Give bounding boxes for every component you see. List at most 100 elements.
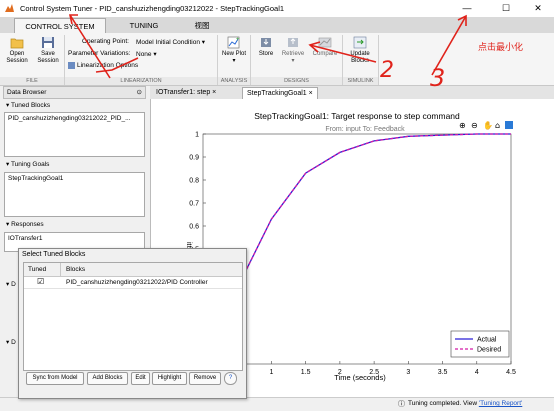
table-row[interactable]: ☑ PID_canshuzizhengding03212022/PID Cont… <box>24 277 242 289</box>
close-icon[interactable]: × <box>309 90 313 97</box>
zoom-in-icon[interactable]: ⊕ <box>459 121 466 130</box>
group-label-linearization: LINEARIZATION <box>65 77 217 85</box>
close-icon[interactable]: × <box>212 89 216 96</box>
store-button[interactable]: Store <box>254 36 278 58</box>
section-responses[interactable]: ▾ Responses <box>3 219 144 230</box>
y-tick-label: 0.8 <box>189 178 199 185</box>
tab-control-system[interactable]: CONTROL SYSTEM <box>14 18 106 34</box>
sync-from-model-button[interactable]: Sync from Model <box>26 372 84 385</box>
legend-label-actual: Actual <box>477 337 497 344</box>
list-item[interactable]: IOTransfer1 <box>5 233 144 244</box>
operating-point-label: Operating Point: <box>82 38 129 45</box>
update-blocks-button[interactable]: Update Blocks <box>345 36 375 65</box>
tab-tuning[interactable]: TUNING <box>116 18 172 33</box>
column-divider <box>60 263 61 276</box>
close-button[interactable]: ✕ <box>522 0 554 17</box>
compare-label: Compare <box>312 51 338 57</box>
section-tuned-blocks[interactable]: ▾ Tuned Blocks <box>3 100 144 111</box>
highlight-button[interactable]: Highlight <box>152 372 187 385</box>
parameter-variations-label: Parameter Variations: <box>68 50 131 57</box>
folder-open-icon <box>10 38 24 49</box>
x-tick-label: 2 <box>338 369 342 376</box>
save-session-button[interactable]: Save Session <box>34 36 62 65</box>
svg-text:+: + <box>236 37 240 43</box>
status-message: Tuning completed. View <box>408 400 478 407</box>
tuning-goals-label: Tuning Goals <box>10 161 50 168</box>
data-cursor-icon[interactable] <box>505 121 513 129</box>
linearization-options-button[interactable]: Linearization Options <box>68 62 138 69</box>
store-icon <box>261 38 271 47</box>
retrieve-icon <box>288 38 298 47</box>
chevron-down-icon: ▾ <box>291 58 295 64</box>
y-tick-label: 0.7 <box>189 201 199 208</box>
compare-icon <box>318 37 332 48</box>
list-item[interactable]: PID_canshuzizhengding03212022_PID_... <box>5 113 144 124</box>
data-browser-header: Data Browser ⊙ <box>3 86 146 99</box>
tuning-report-link[interactable]: 'Tuning Report' <box>479 400 522 407</box>
tab-iotransfer1-step[interactable]: IOTransfer1: step × <box>152 87 220 99</box>
open-session-button[interactable]: Open Session <box>4 36 30 65</box>
store-label: Store <box>258 51 274 57</box>
plot-toolbar: ⊕ ⊖ ✋ ⌂ <box>459 120 513 130</box>
dialog-title: Select Tuned Blocks <box>22 251 86 258</box>
section-tuning-goals[interactable]: ▾ Tuning Goals <box>3 159 144 170</box>
list-item[interactable]: StepTrackingGoal1 <box>5 173 144 184</box>
y-tick-label: 0.9 <box>189 155 199 162</box>
column-header-tuned: Tuned <box>28 266 47 273</box>
table-header: Tuned Blocks <box>24 263 242 277</box>
series-line-desired <box>202 133 511 365</box>
parameter-variations-dropdown[interactable]: None ▾ <box>136 50 157 58</box>
operating-point-dropdown[interactable]: Model Initial Condition ▾ <box>136 38 205 46</box>
open-session-label: Open Session <box>6 51 28 64</box>
panel-menu-icon[interactable]: ⊙ <box>137 87 142 98</box>
separator <box>378 35 379 85</box>
x-tick-label: 2.5 <box>369 369 379 376</box>
tuning-goals-list: StepTrackingGoal1 <box>4 172 145 217</box>
x-tick-label: 4.5 <box>506 369 516 376</box>
toolstrip-tab-row: CONTROL SYSTEM TUNING 视图 <box>0 17 554 34</box>
annotation-number-2: 2 <box>380 58 394 83</box>
tuned-blocks-table: Tuned Blocks ☑ PID_canshuzizhengding0321… <box>23 262 243 371</box>
retrieve-label: Retrieve <box>281 51 305 57</box>
tab-label: IOTransfer1: step <box>156 89 211 96</box>
group-label-file: FILE <box>0 77 64 85</box>
add-blocks-button[interactable]: Add Blocks <box>87 372 128 385</box>
document-tab-row: IOTransfer1: step × StepTrackingGoal1 × <box>150 86 554 100</box>
y-tick-label: 1 <box>195 132 199 139</box>
tab-label: StepTrackingGoal1 <box>247 90 307 97</box>
tuned-checkbox[interactable]: ☑ <box>37 277 44 286</box>
ribbon: Open Session Save Session Operating Poin… <box>0 33 554 86</box>
data-browser-title: Data Browser <box>7 89 47 96</box>
restore-view-icon[interactable]: ⌂ <box>495 121 500 130</box>
tab-view[interactable]: 视图 <box>182 18 222 33</box>
annotation-number-3: 3 <box>430 64 446 92</box>
compare-button[interactable]: Compare <box>309 36 341 58</box>
matlab-app-icon <box>4 3 15 14</box>
y-tick-label: 0.6 <box>189 224 199 231</box>
help-icon[interactable]: ? <box>224 372 237 385</box>
select-tuned-blocks-dialog: Select Tuned Blocks Tuned Blocks ☑ PID_c… <box>18 248 247 399</box>
group-label-analysis: ANALYSIS <box>218 77 250 85</box>
zoom-out-icon[interactable]: ⊖ <box>471 121 478 130</box>
retrieve-button[interactable]: Retrieve ▾ <box>279 36 307 65</box>
maximize-button[interactable]: ☐ <box>490 0 522 17</box>
legend-label-desired: Desired <box>477 347 501 354</box>
group-label-designs: DESIGNS <box>251 77 342 85</box>
new-plot-button[interactable]: + New Plot ▾ <box>221 36 247 65</box>
info-icon: ⓘ <box>398 401 405 408</box>
minimize-button[interactable]: — <box>451 0 483 17</box>
save-icon <box>42 37 54 48</box>
x-tick-label: 4 <box>475 369 479 376</box>
series-line-actual <box>202 133 511 365</box>
pan-icon[interactable]: ✋ <box>483 120 493 130</box>
remove-button[interactable]: Remove <box>189 372 221 385</box>
responses-label: Responses <box>11 221 44 228</box>
x-tick-label: 3.5 <box>438 369 448 376</box>
group-label-simulink: SIMULINK <box>343 77 378 85</box>
collapsed-section-label: D <box>11 339 16 346</box>
edit-button[interactable]: Edit <box>131 372 150 385</box>
status-text: Tuning completed. View 'Tuning Report' <box>408 400 522 407</box>
annotation-note: 点击最小化 <box>478 43 524 53</box>
x-tick-label: 1 <box>269 369 273 376</box>
save-session-label: Save Session <box>37 51 59 64</box>
